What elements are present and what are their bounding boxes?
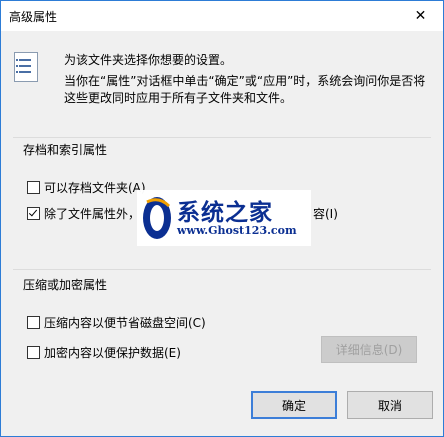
encrypt-label: 加密内容以便保护数据(E) bbox=[44, 346, 181, 360]
compress-checkbox[interactable]: 压缩内容以便节省磁盘空间(C) bbox=[27, 314, 206, 331]
compress-label: 压缩内容以便节省磁盘空间(C) bbox=[44, 316, 206, 330]
compress-group-divider bbox=[13, 269, 431, 271]
intro-line-1: 为该文件夹选择你想要的设置。 bbox=[64, 53, 233, 67]
close-icon: ✕ bbox=[414, 8, 427, 24]
archive-folder-label: 可以存档文件夹(A) bbox=[44, 181, 146, 195]
checkbox-box[interactable] bbox=[27, 181, 40, 194]
watermark-overlay: 系统之家 www.Ghost123.com bbox=[137, 190, 311, 246]
archive-folder-checkbox[interactable]: 可以存档文件夹(A) bbox=[27, 179, 146, 196]
checkbox-box[interactable] bbox=[27, 316, 40, 329]
checkbox-box[interactable] bbox=[27, 346, 40, 359]
close-button[interactable]: ✕ bbox=[398, 1, 443, 31]
cancel-button[interactable]: 取消 bbox=[347, 391, 433, 419]
details-button[interactable]: 详细信息(D) bbox=[321, 336, 417, 363]
intro-line-2: 当你在“属性”对话框中单击“确定”或“应用”时，系统会询问你是否将这些更改同时应… bbox=[64, 74, 426, 105]
properties-list-icon bbox=[14, 52, 38, 82]
archive-group-divider bbox=[13, 137, 431, 139]
encrypt-checkbox[interactable]: 加密内容以便保护数据(E) bbox=[27, 344, 181, 361]
watermark-brand: 系统之家 bbox=[177, 199, 273, 226]
archive-group-label: 存档和索引属性 bbox=[23, 143, 108, 157]
intro-text: 为该文件夹选择你想要的设置。 当你在“属性”对话框中单击“确定”或“应用”时，系… bbox=[64, 52, 434, 107]
index-contents-label-tail: 容(I) bbox=[313, 207, 338, 221]
ok-button[interactable]: 确定 bbox=[251, 391, 337, 419]
watermark-url: www.Ghost123.com bbox=[177, 224, 297, 237]
index-contents-label: 除了文件属性外， bbox=[44, 207, 141, 221]
index-contents-checkbox[interactable]: 除了文件属性外， bbox=[27, 205, 140, 222]
dialog-title: 高级属性 bbox=[9, 10, 58, 24]
watermark-logo-icon bbox=[143, 197, 171, 239]
compress-group-label: 压缩或加密属性 bbox=[23, 278, 108, 292]
checkbox-box-checked[interactable] bbox=[27, 207, 40, 220]
title-bar[interactable]: 高级属性 ✕ bbox=[1, 1, 443, 31]
advanced-attributes-dialog: 高级属性 ✕ 为该文件夹选择你想要的设置。 当你在“属性”对话框中单击“确定”或… bbox=[0, 0, 444, 437]
